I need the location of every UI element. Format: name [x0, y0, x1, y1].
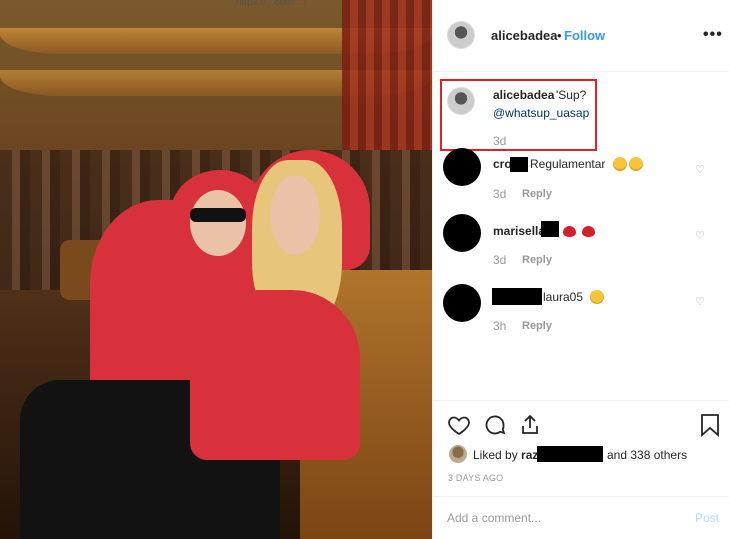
sunglasses-emoji — [629, 157, 643, 171]
comment-bar: Post — [433, 496, 729, 539]
header-username[interactable]: alicebadea — [491, 28, 558, 43]
more-options-icon[interactable]: ••• — [703, 26, 723, 44]
comment-bubble-icon[interactable] — [483, 413, 507, 437]
reply-button[interactable]: Reply — [522, 188, 552, 200]
likes-count[interactable]: and 338 others — [607, 448, 687, 462]
redaction-box — [537, 446, 603, 462]
heart-emoji — [563, 226, 576, 237]
share-icon[interactable] — [518, 413, 542, 437]
caption-text: 'Sup? — [556, 88, 587, 102]
like-comment-heart-icon[interactable]: ♡ — [695, 229, 705, 242]
profile-avatar-icon[interactable] — [447, 21, 475, 49]
comment-emojis — [588, 290, 604, 305]
theatre-curtain — [342, 0, 432, 150]
caption-avatar-icon[interactable] — [447, 87, 475, 115]
liked-by-prefix: Liked by — [473, 448, 518, 462]
like-comment-heart-icon[interactable]: ♡ — [695, 163, 705, 176]
post-date[interactable]: 3 DAYS AGO — [448, 473, 503, 483]
like-heart-icon[interactable] — [447, 413, 471, 437]
comment-text: Regulamentar — [530, 157, 606, 171]
redaction-box — [541, 221, 559, 237]
liker-avatar-icon[interactable] — [449, 445, 467, 463]
redacted-avatar — [443, 284, 481, 322]
header-separator: • — [557, 28, 562, 43]
sunglasses-emoji — [613, 157, 627, 171]
grin-emoji — [590, 290, 604, 304]
comment-time[interactable]: 3h — [493, 319, 506, 333]
caption-username[interactable]: alicebadea — [493, 88, 554, 102]
comment-time[interactable]: 3d — [493, 187, 506, 201]
heart-emoji — [582, 226, 595, 237]
liked-by-text: Liked by raz — [473, 448, 538, 462]
post-comment-button[interactable]: Post — [695, 511, 719, 525]
post-header: alicebadea • Follow ••• — [433, 0, 729, 72]
like-comment-heart-icon[interactable]: ♡ — [695, 295, 705, 308]
comment-username[interactable]: cro — [493, 157, 512, 171]
liker-username[interactable]: raz — [521, 448, 538, 462]
reply-button[interactable]: Reply — [522, 254, 552, 266]
caption-time[interactable]: 3d — [493, 134, 506, 148]
comment-username[interactable]: marisella — [493, 224, 545, 238]
redaction-box — [510, 157, 528, 172]
comment-username[interactable]: laura05 — [543, 290, 583, 304]
sunglasses — [190, 208, 246, 222]
man-face — [190, 190, 246, 256]
person-woman-hoodie — [190, 290, 360, 460]
divider — [433, 400, 729, 401]
post-photo[interactable]: https://...com/.../ — [0, 0, 432, 539]
reply-button[interactable]: Reply — [522, 320, 552, 332]
woman-face — [270, 175, 320, 255]
comment-emojis — [611, 157, 643, 172]
comment-time[interactable]: 3d — [493, 253, 506, 267]
add-comment-input[interactable] — [447, 511, 667, 525]
post-side-panel: alicebadea • Follow ••• alicebadea 'Sup?… — [432, 0, 729, 539]
redacted-avatar — [443, 148, 481, 186]
save-bookmark-icon[interactable] — [699, 413, 721, 437]
follow-button[interactable]: Follow — [564, 28, 605, 43]
caption-mention[interactable]: @whatsup_uasap — [493, 106, 589, 120]
redaction-box — [492, 288, 542, 305]
redacted-avatar — [443, 214, 481, 252]
comment-emojis — [561, 224, 595, 238]
